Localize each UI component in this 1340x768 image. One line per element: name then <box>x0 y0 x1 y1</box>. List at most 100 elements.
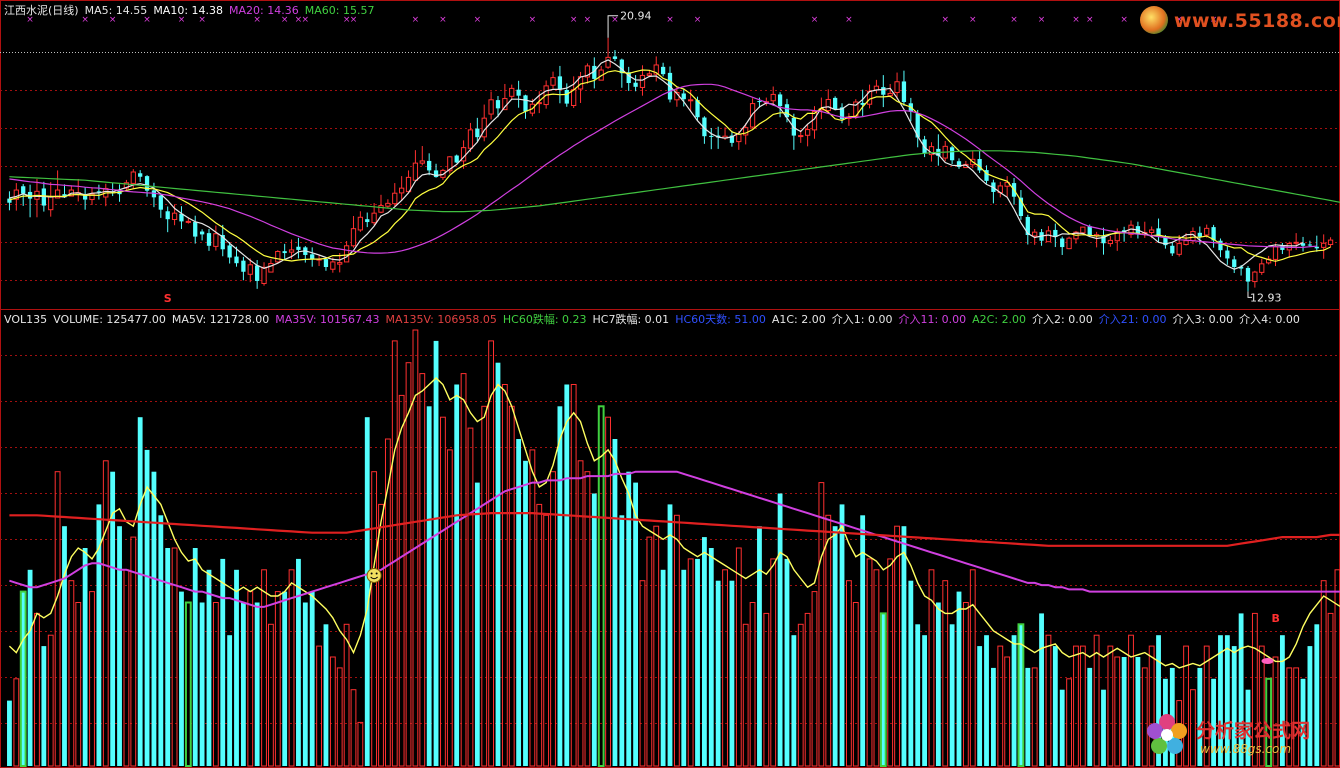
candle-up <box>343 245 350 263</box>
candle-down <box>881 87 886 95</box>
volume-bar-up <box>329 656 336 767</box>
candle-up <box>639 74 646 88</box>
volume-bar-down <box>192 548 198 766</box>
candle-down <box>949 147 955 161</box>
volume-bar-up <box>488 340 495 767</box>
header-volume-item: 介入11: 0.00 <box>898 313 967 326</box>
volume-bar-down <box>433 340 439 766</box>
volume-bar-up <box>722 569 728 767</box>
volume-bar-up <box>405 362 412 767</box>
candle-up <box>385 202 391 207</box>
header-volume-item: 介入3: 0.00 <box>1172 313 1234 326</box>
candle-up <box>894 81 900 94</box>
candle-down <box>1060 238 1065 248</box>
volume-bar-down <box>695 558 700 766</box>
volume-bar-down <box>1011 635 1017 766</box>
signal-x-marker: × <box>474 15 482 25</box>
volume-bar-up <box>894 525 900 767</box>
volume-bar-up <box>316 645 322 767</box>
candle-up <box>275 250 281 263</box>
volume-bar-down <box>729 580 735 766</box>
volume-bar-up <box>350 689 357 767</box>
candle-down <box>516 89 521 96</box>
volume-bar-down <box>474 482 480 766</box>
volume-bar-up <box>646 536 653 767</box>
candle-down <box>1087 226 1092 236</box>
volume-bar-up <box>536 503 543 767</box>
candle-down <box>427 160 432 171</box>
volume-bar-down <box>254 602 260 766</box>
candle-down <box>241 260 246 272</box>
candle-up <box>130 171 136 184</box>
header-volume-item: HC60天数: 51.00 <box>675 313 766 326</box>
volume-bar-up <box>1004 656 1011 767</box>
candle-down <box>282 251 287 254</box>
volume-bar-up <box>687 558 694 767</box>
candle-down <box>234 256 239 264</box>
candle-up <box>804 129 811 136</box>
volume-bar-up <box>653 525 660 767</box>
volume-bar-down <box>784 558 790 766</box>
top-watermark-text: www.55188.com <box>1174 10 1340 32</box>
candle-up <box>605 56 611 68</box>
candle-down <box>1170 245 1175 254</box>
candle-up <box>392 192 398 205</box>
volume-bar-down <box>956 591 962 766</box>
candle-up <box>337 262 343 265</box>
high-price-label: 20.94 <box>620 10 652 23</box>
candle-up <box>247 264 253 275</box>
candle-down <box>255 265 260 281</box>
volume-bar-down <box>302 602 308 766</box>
candle-up <box>1080 226 1086 234</box>
volume-bar-down <box>557 406 563 766</box>
candle-up <box>1272 246 1279 260</box>
candle-up <box>1183 240 1189 246</box>
candle-down <box>475 128 480 138</box>
candle-up <box>770 93 776 102</box>
volume-bar-down <box>144 449 150 766</box>
header-volume-item: 介入1: 0.00 <box>831 313 893 326</box>
volume-bar-down <box>151 471 157 766</box>
volume-bar-up <box>1079 645 1086 767</box>
signal-x-marker: × <box>570 15 578 25</box>
volume-bar-down <box>922 635 927 766</box>
volume-bar-up <box>887 558 894 767</box>
header-volume-item: A2C: 2.00 <box>972 313 1027 326</box>
volume-bar-up <box>845 580 852 767</box>
volume-bar-up <box>577 460 584 767</box>
candle-down <box>612 56 618 59</box>
candle-down <box>777 94 783 107</box>
volume-bar-up <box>171 547 178 767</box>
candle-up <box>1204 227 1210 236</box>
volume-bar-up <box>1031 667 1038 767</box>
candle-up <box>185 220 191 223</box>
candle-up <box>488 99 494 115</box>
volume-bar-down <box>901 526 907 766</box>
candle-down <box>296 246 301 250</box>
header-volume-item: A1C: 2.00 <box>771 313 826 326</box>
volume-bar-down <box>715 580 721 766</box>
volume-bar-down <box>206 569 212 766</box>
volume-bar-up <box>969 569 976 767</box>
ma20-line <box>9 83 1317 254</box>
candle-up <box>1149 229 1155 233</box>
candle-up <box>1066 237 1072 250</box>
candle-down <box>193 222 198 237</box>
candle-down <box>1197 232 1202 237</box>
volume-bar-down <box>708 548 714 766</box>
volume-bar-up <box>543 514 550 767</box>
candle-down <box>709 135 714 137</box>
volume-bar-up <box>825 514 832 767</box>
volume-bar-down <box>220 558 226 766</box>
candle-up <box>1321 242 1327 248</box>
header-volume-item: HC60跌幅: 0.23 <box>502 313 587 326</box>
signal-x-marker: × <box>412 15 420 25</box>
candle-up <box>550 77 556 86</box>
volume-bar-down <box>309 591 315 766</box>
signal-x-marker: × <box>1038 15 1046 25</box>
header-volume-item: VOL135 <box>4 313 48 326</box>
volume-bar-down <box>984 635 989 766</box>
site-logo-icon <box>1140 6 1168 34</box>
volume-bar-up <box>47 634 54 767</box>
candle-down <box>1225 250 1230 259</box>
